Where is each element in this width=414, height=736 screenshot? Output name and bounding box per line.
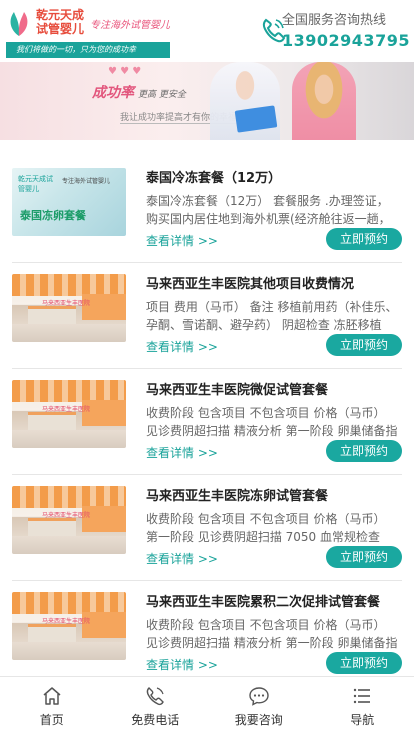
thumb-floor <box>12 430 126 448</box>
hero-banner[interactable]: ♥ ♥ ♥ 成功率 更高 更安全 我让成功率提高才有你的幸福 <box>0 62 414 140</box>
list-item[interactable]: 马来西亚生丰医院 马来西亚生丰医院累积二次促排试管套餐 收费阶段 包含项目 不包… <box>12 582 402 678</box>
thumb-wall <box>12 274 126 296</box>
thumb-desk <box>28 412 76 430</box>
item-thumbnail[interactable]: 马来西亚生丰医院 <box>12 274 126 342</box>
nav-consult[interactable]: 我要咨询 <box>207 677 311 736</box>
item-thumbnail[interactable]: 马来西亚生丰医院 <box>12 486 126 554</box>
hotline[interactable]: 全国服务咨询热线 13902943795 <box>282 12 409 52</box>
brand-name: 乾元天成试管婴儿 <box>36 8 85 36</box>
hotline-label: 全国服务咨询热线 <box>282 13 387 28</box>
item-description: 收费阶段 包含项目 不包含项目 价格（马币） 见诊费阴超扫描 精液分析 第一阶段… <box>146 406 398 438</box>
item-title[interactable]: 马来西亚生丰医院冻卵试管套餐 <box>146 488 402 506</box>
thumb-subtitle: 专注海外试管婴儿 <box>62 178 111 185</box>
view-details-link[interactable]: 查看详情 >> <box>146 338 218 355</box>
view-details-link[interactable]: 查看详情 >> <box>146 444 218 461</box>
bottom-nav: 首页 免费电话 我要咨询 导航 <box>0 676 414 736</box>
book-now-button[interactable]: 立即预约 <box>326 546 402 568</box>
list-item[interactable]: 马来西亚生丰医院 马来西亚生丰医院微促试管套餐 收费阶段 包含项目 不包含项目 … <box>12 370 402 466</box>
thumb-desk <box>28 306 76 324</box>
nav-label: 免费电话 <box>131 713 180 727</box>
thumb-desk <box>28 518 76 536</box>
item-divider <box>12 368 402 369</box>
banner-title: 成功率 更高 更安全 <box>92 82 186 102</box>
thumb-wall <box>12 380 126 402</box>
item-title[interactable]: 马来西亚生丰医院其他项目收费情况 <box>146 276 402 294</box>
banner-title-main: 成功率 <box>92 85 134 101</box>
item-thumbnail[interactable]: 乾元天成试管婴儿 专注海外试管婴儿 泰国冻卵套餐 <box>12 168 126 236</box>
thumb-title: 泰国冻卵套餐 <box>20 209 86 222</box>
nav-free-call[interactable]: 免费电话 <box>104 677 208 736</box>
home-icon <box>43 687 61 705</box>
thumb-floor <box>12 536 126 554</box>
book-now-button[interactable]: 立即预约 <box>326 334 402 356</box>
list-item[interactable]: 乾元天成试管婴儿 专注海外试管婴儿 泰国冻卵套餐 泰国冷冻套餐（12万） 泰国冷… <box>12 158 402 254</box>
view-details-link[interactable]: 查看详情 >> <box>146 550 218 567</box>
book-now-button[interactable]: 立即预约 <box>326 652 402 674</box>
item-title[interactable]: 泰国冷冻套餐（12万） <box>146 170 402 188</box>
brand-slogan: 专注海外试管婴儿 <box>90 20 170 31</box>
item-divider <box>12 474 402 475</box>
hotline-number[interactable]: 13902943795 <box>282 30 409 52</box>
thumb-floor <box>12 642 126 660</box>
nav-menu[interactable]: 导航 <box>311 677 414 736</box>
view-details-link[interactable]: 查看详情 >> <box>146 232 218 249</box>
item-title[interactable]: 马来西亚生丰医院累积二次促排试管套餐 <box>146 594 402 612</box>
site-header: 乾元天成试管婴儿 专注海外试管婴儿 我们将做的一切，只为您的成功幸 全国服务咨询… <box>0 0 414 62</box>
page: 乾元天成试管婴儿 专注海外试管婴儿 我们将做的一切，只为您的成功幸 全国服务咨询… <box>0 0 414 736</box>
brand-tagline: 我们将做的一切，只为您的成功幸 <box>6 42 170 58</box>
thumb-logo: 乾元天成试管婴儿 <box>18 175 53 193</box>
thumb-wall <box>12 486 126 508</box>
nav-label: 首页 <box>39 713 64 727</box>
banner-patient-figure <box>292 62 356 140</box>
item-description: 收费阶段 包含项目 不包含项目 价格（马币） 见诊费阴超扫描 精液分析 第一阶段… <box>146 618 398 650</box>
item-divider <box>12 262 402 263</box>
logo-leaf-icon <box>10 12 28 36</box>
item-description: 收费阶段 包含项目 不包含项目 价格（马币） 第一阶段 见诊费阴超扫描 7050… <box>146 512 386 544</box>
chat-icon <box>249 687 269 706</box>
item-description: 项目 费用（马币） 备注 移植前用药（补佳乐、孕酮、雪诺酮、避孕药） 阴超检查 … <box>146 300 398 332</box>
nav-label: 导航 <box>350 713 375 727</box>
nav-home[interactable]: 首页 <box>0 677 104 736</box>
book-now-button[interactable]: 立即预约 <box>326 440 402 462</box>
banner-hearts: ♥ ♥ ♥ <box>108 66 142 77</box>
thumb-desk <box>28 624 76 642</box>
item-title[interactable]: 马来西亚生丰医院微促试管套餐 <box>146 382 402 400</box>
logo[interactable]: 乾元天成试管婴儿 专注海外试管婴儿 我们将做的一切，只为您的成功幸 <box>6 6 170 58</box>
list-item[interactable]: 马来西亚生丰医院 马来西亚生丰医院其他项目收费情况 项目 费用（马币） 备注 移… <box>12 264 402 360</box>
menu-icon <box>354 688 371 704</box>
item-thumbnail[interactable]: 马来西亚生丰医院 <box>12 592 126 660</box>
item-thumbnail[interactable]: 马来西亚生丰医院 <box>12 380 126 448</box>
book-now-button[interactable]: 立即预约 <box>326 228 402 250</box>
item-description: 泰国冷冻套餐（12万） 套餐服务 .办理签证，购买国内居住地到海外机票(经济舱往… <box>146 194 391 226</box>
item-divider <box>12 580 402 581</box>
view-details-link[interactable]: 查看详情 >> <box>146 656 218 673</box>
nav-label: 我要咨询 <box>234 713 283 727</box>
phone-icon <box>147 687 165 706</box>
thumb-wall <box>12 592 126 614</box>
list-item[interactable]: 马来西亚生丰医院 马来西亚生丰医院冻卵试管套餐 收费阶段 包含项目 不包含项目 … <box>12 476 402 572</box>
thumb-floor <box>12 324 126 342</box>
banner-title-small: 更高 更安全 <box>138 90 186 100</box>
